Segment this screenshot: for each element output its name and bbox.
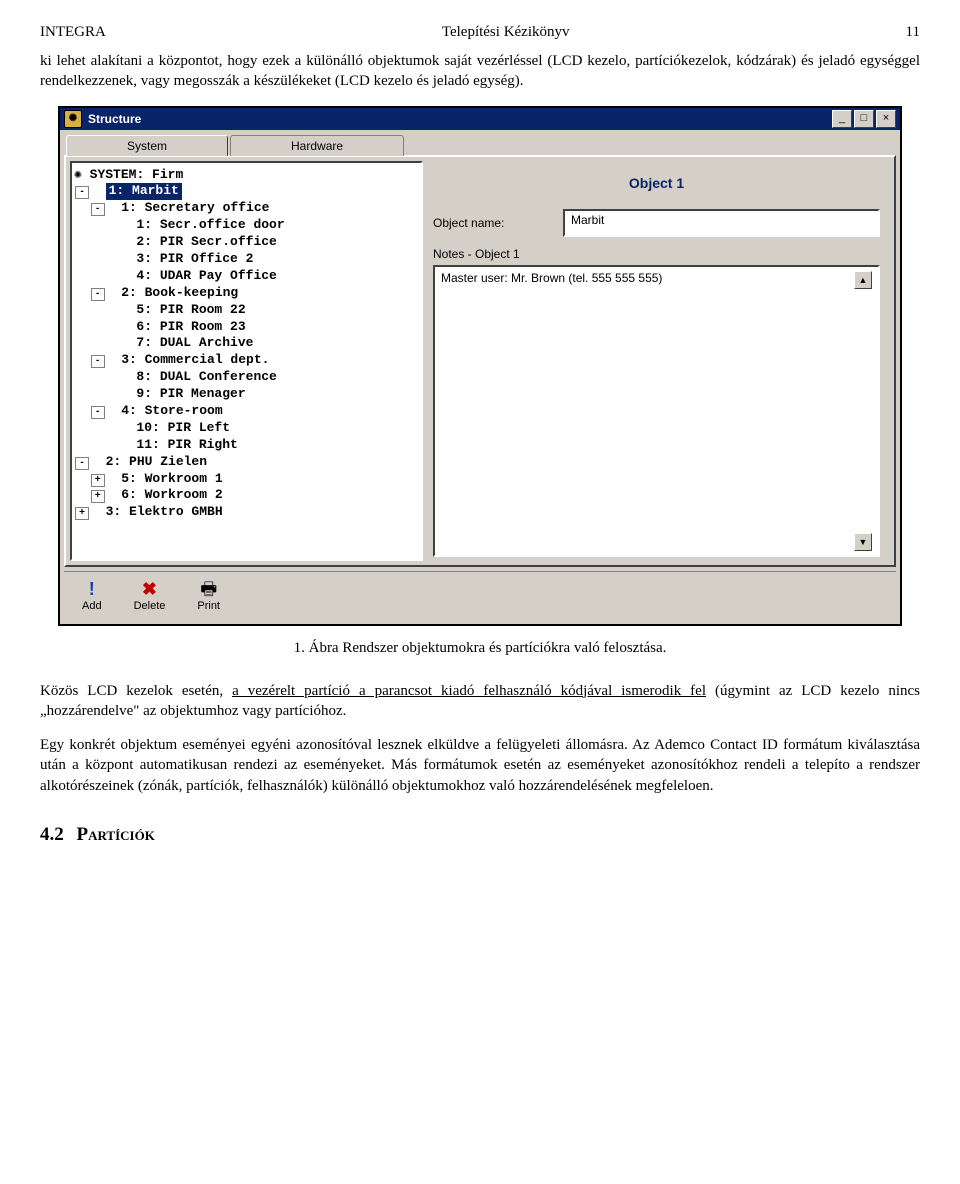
object-heading: Object 1 — [433, 175, 880, 191]
tab-bar: System Hardware — [60, 130, 900, 155]
close-button[interactable]: × — [876, 110, 896, 128]
header-right: 11 — [906, 24, 920, 41]
section-title: Partíciók — [77, 824, 155, 845]
tree-object-3[interactable]: + 3: Elektro GMBH — [74, 504, 419, 521]
window-title: Structure — [88, 112, 830, 126]
para2a: Közös LCD kezelok esetén, — [40, 683, 232, 699]
notes-textarea[interactable]: Master user: Mr. Brown (tel. 555 555 555… — [433, 265, 880, 557]
notes-label: Notes - Object 1 — [433, 247, 880, 261]
figure-caption: 1. Ábra Rendszer objektumokra és partíci… — [40, 640, 920, 657]
tree-zone-4[interactable]: 4: UDAR Pay Office — [74, 268, 419, 285]
object-name-label: Object name: — [433, 216, 563, 230]
add-label: Add — [82, 600, 102, 612]
tree-zone-5[interactable]: 5: PIR Room 22 — [74, 302, 419, 319]
tree-zone-9[interactable]: 9: PIR Menager — [74, 386, 419, 403]
tab-system[interactable]: System — [66, 135, 228, 156]
header-left: INTEGRA — [40, 24, 106, 41]
tree-zone-8[interactable]: 8: DUAL Conference — [74, 369, 419, 386]
page-header: INTEGRA Telepítési Kézikönyv 11 — [40, 24, 920, 41]
tree-zone-10[interactable]: 10: PIR Left — [74, 420, 419, 437]
tree-zone-11[interactable]: 11: PIR Right — [74, 437, 419, 454]
tab-hardware[interactable]: Hardware — [230, 135, 404, 156]
notes-text: Master user: Mr. Brown (tel. 555 555 555… — [441, 271, 850, 551]
tree-partition-2[interactable]: - 2: Book-keeping — [74, 285, 419, 302]
tree-partition-3[interactable]: - 3: Commercial dept. — [74, 352, 419, 369]
add-button[interactable]: ! Add — [82, 580, 102, 612]
section-heading: 4.2 Partíciók — [40, 824, 920, 846]
delete-icon: ✖ — [142, 580, 157, 598]
tree-pane[interactable]: ✺ SYSTEM: Firm - 1: Marbit - 1: Secretar… — [70, 161, 423, 561]
window-titlebar: ✺ Structure _ □ × — [60, 108, 900, 130]
scroll-up-icon[interactable]: ▲ — [854, 271, 872, 289]
header-center: Telepítési Kézikönyv — [442, 24, 570, 41]
tree-partition-6[interactable]: + 6: Workroom 2 — [74, 487, 419, 504]
print-button[interactable]: 🖶 Print — [197, 580, 220, 612]
tree-zone-3[interactable]: 3: PIR Office 2 — [74, 251, 419, 268]
print-label: Print — [197, 600, 220, 612]
add-icon: ! — [89, 580, 95, 598]
tree-object-1[interactable]: - 1: Marbit — [74, 183, 419, 200]
tree-zone-6[interactable]: 6: PIR Room 23 — [74, 319, 419, 336]
para2-underline: a vezérelt partíció a parancsot kiadó fe… — [232, 683, 706, 699]
paragraph-lcd: Közös LCD kezelok esetén, a vezérelt par… — [40, 681, 920, 722]
tree-partition-4[interactable]: - 4: Store-room — [74, 403, 419, 420]
delete-button[interactable]: ✖ Delete — [134, 580, 166, 612]
object-name-input[interactable]: Marbit — [563, 209, 880, 237]
minimize-button[interactable]: _ — [832, 110, 852, 128]
section-number: 4.2 — [40, 824, 64, 845]
right-pane: Object 1 Object name: Marbit Notes - Obj… — [423, 161, 890, 561]
tree-partition-1[interactable]: - 1: Secretary office — [74, 200, 419, 217]
tree-zone-7[interactable]: 7: DUAL Archive — [74, 335, 419, 352]
paragraph-events: Egy konkrét objektum eseményei egyéni az… — [40, 735, 920, 796]
app-icon: ✺ — [64, 110, 82, 128]
maximize-button[interactable]: □ — [854, 110, 874, 128]
structure-window: ✺ Structure _ □ × System Hardware ✺ SYST… — [58, 106, 902, 626]
tree-root[interactable]: ✺ SYSTEM: Firm — [74, 167, 419, 184]
bottom-toolbar: ! Add ✖ Delete 🖶 Print — [64, 571, 896, 620]
print-icon: 🖶 — [200, 580, 217, 598]
tree-zone-2[interactable]: 2: PIR Secr.office — [74, 234, 419, 251]
tree-object-2[interactable]: - 2: PHU Zielen — [74, 454, 419, 471]
delete-label: Delete — [134, 600, 166, 612]
tree-partition-5[interactable]: + 5: Workroom 1 — [74, 471, 419, 488]
intro-paragraph: ki lehet alakítani a központot, hogy eze… — [40, 51, 920, 92]
scroll-down-icon[interactable]: ▼ — [854, 533, 872, 551]
tree-zone-1[interactable]: 1: Secr.office door — [74, 217, 419, 234]
